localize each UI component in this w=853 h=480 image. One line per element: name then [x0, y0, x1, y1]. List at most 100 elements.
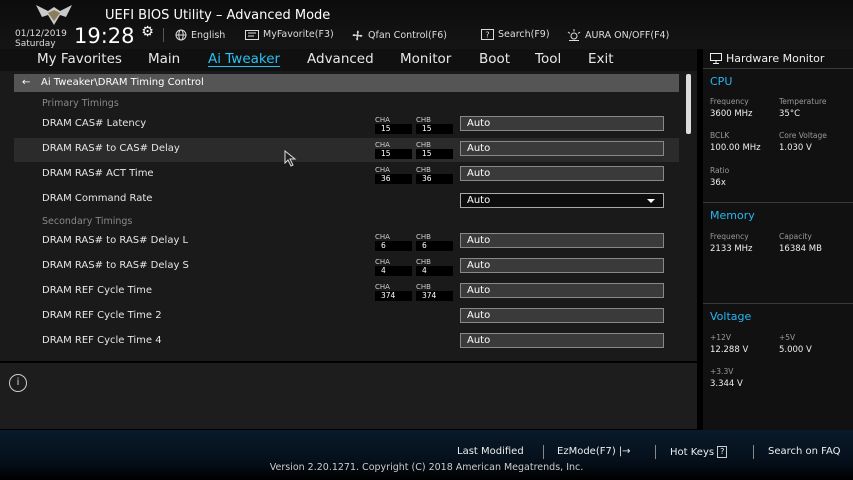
core-voltage-label: Core Voltage — [779, 131, 827, 140]
myfavorite-label: MyFavorite(F3) — [263, 29, 334, 40]
setting-value-dropdown[interactable]: Auto — [460, 193, 664, 208]
qfan-label: Qfan Control(F6) — [368, 30, 447, 41]
setting-row-ras-to-cas-delay[interactable]: DRAM RAS# to CAS# Delay CHA 15 CHB 15 Auto — [14, 138, 679, 162]
fan-icon — [352, 30, 363, 41]
help-key-icon: ? — [717, 446, 728, 458]
memory-capacity-label: Capacity — [779, 232, 812, 241]
globe-icon — [175, 29, 187, 41]
voltage-section-title: Voltage — [710, 310, 752, 323]
help-icon: ? — [481, 29, 494, 40]
menu-my-favorites[interactable]: My Favorites — [37, 51, 122, 67]
v12-value: 12.288 V — [710, 345, 749, 355]
setting-row-cas-latency[interactable]: DRAM CAS# Latency CHA 15 CHB 15 Auto — [14, 113, 679, 137]
cpu-frequency-label: Frequency — [710, 97, 749, 106]
setting-value-input[interactable]: Auto — [460, 333, 664, 348]
setting-row-command-rate[interactable]: DRAM Command Rate Auto — [14, 188, 679, 212]
app-title: UEFI BIOS Utility – Advanced Mode — [105, 8, 331, 23]
channel-b-value: CHB 36 — [416, 166, 453, 184]
breadcrumb[interactable]: ← Ai Tweaker\DRAM Timing Control — [14, 74, 679, 92]
channel-a-value: CHA 6 — [375, 233, 412, 251]
menu-ai-tweaker[interactable]: Ai Tweaker — [208, 51, 280, 67]
core-voltage-value: 1.030 V — [779, 143, 812, 153]
search-button[interactable]: ? Search(F9) — [481, 29, 550, 40]
menu-advanced[interactable]: Advanced — [307, 51, 374, 67]
menu-tool[interactable]: Tool — [535, 51, 561, 67]
setting-label: DRAM RAS# to RAS# Delay L — [42, 235, 189, 246]
gear-icon[interactable]: ⚙ — [141, 24, 154, 40]
divider — [703, 303, 853, 304]
hardware-monitor-title: Hardware Monitor — [710, 52, 824, 65]
v5-value: 5.000 V — [779, 345, 812, 355]
channel-a-value: CHA 36 — [375, 166, 412, 184]
help-info-panel — [0, 363, 697, 429]
setting-value-input[interactable]: Auto — [460, 166, 664, 181]
tuf-logo — [34, 3, 74, 29]
ezmode-button[interactable]: EzMode(F7) |→ — [557, 446, 630, 457]
section-primary-timings: Primary Timings — [42, 98, 119, 109]
myfavorite-button[interactable]: MyFavorite(F3) — [245, 29, 334, 40]
hotkeys-label: Hot Keys — [670, 446, 715, 458]
dropdown-value: Auto — [467, 195, 491, 206]
setting-value-input[interactable]: Auto — [460, 141, 664, 156]
breadcrumb-text: Ai Tweaker\DRAM Timing Control — [41, 77, 204, 88]
back-arrow-icon[interactable]: ← — [22, 74, 30, 92]
v12-label: +12V — [710, 333, 731, 342]
hardware-monitor-label: Hardware Monitor — [726, 52, 825, 65]
search-label: Search(F9) — [498, 29, 550, 40]
menu-monitor[interactable]: Monitor — [400, 51, 451, 67]
date-display: 01/12/2019 Saturday — [15, 29, 67, 49]
day-text: Saturday — [15, 39, 56, 49]
aura-button[interactable]: AURA ON/OFF(F4) — [567, 29, 669, 41]
setting-value-input[interactable]: Auto — [460, 283, 664, 298]
cpu-section-title: CPU — [710, 75, 733, 88]
setting-label: DRAM Command Rate — [42, 193, 153, 204]
setting-row-ras-act-time[interactable]: DRAM RAS# ACT Time CHA 36 CHB 36 Auto — [14, 163, 679, 187]
last-modified-label: Last Modified — [457, 446, 524, 457]
clock[interactable]: 19:28 ⚙ — [74, 24, 154, 48]
menu-exit[interactable]: Exit — [588, 51, 614, 67]
qfan-button[interactable]: Qfan Control(F6) — [351, 29, 447, 42]
search-faq-button[interactable]: Search on FAQ — [768, 446, 841, 457]
memory-frequency-label: Frequency — [710, 232, 749, 241]
last-modified-button[interactable]: Last Modified — [457, 446, 524, 457]
setting-value-input[interactable]: Auto — [460, 258, 664, 273]
setting-value-input[interactable]: Auto — [460, 233, 664, 248]
v33-label: +3.3V — [710, 367, 734, 376]
setting-value-input[interactable]: Auto — [460, 308, 664, 323]
menu-main[interactable]: Main — [148, 51, 180, 67]
ratio-label: Ratio — [710, 166, 730, 175]
divider — [655, 445, 656, 459]
setting-row-ras-to-ras-delay-l[interactable]: DRAM RAS# to RAS# Delay L CHA 6 CHB 6 Auto — [14, 230, 679, 254]
hotkeys-button[interactable]: Hot Keys ? — [670, 446, 728, 458]
channel-b-value: CHB 6 — [416, 233, 453, 251]
scrollbar[interactable] — [686, 74, 691, 134]
channel-b-value: CHB 15 — [416, 141, 453, 159]
info-icon[interactable]: i — [9, 374, 27, 392]
language-button[interactable]: English — [175, 29, 225, 41]
ratio-value: 36x — [710, 178, 726, 188]
channel-a-value: CHA 4 — [375, 258, 412, 276]
section-secondary-timings: Secondary Timings — [42, 216, 133, 227]
date-text: 01/12/2019 — [15, 29, 67, 39]
time-text: 19:28 — [74, 24, 135, 48]
exit-arrow-icon: |→ — [618, 446, 631, 457]
search-faq-label: Search on FAQ — [768, 446, 841, 457]
setting-label: DRAM RAS# ACT Time — [42, 168, 154, 179]
version-text: Version 2.20.1271. Copyright (C) 2018 Am… — [269, 462, 584, 473]
cpu-temperature-label: Temperature — [779, 97, 827, 106]
v5-label: +5V — [779, 333, 796, 342]
divider — [753, 445, 754, 459]
setting-label: DRAM CAS# Latency — [42, 118, 147, 129]
divider — [543, 445, 544, 459]
setting-row-ref-cycle-time-2[interactable]: DRAM REF Cycle Time 2 Auto — [14, 305, 679, 329]
channel-a-value: CHA 15 — [375, 116, 412, 134]
v33-value: 3.344 V — [710, 379, 743, 389]
setting-row-ref-cycle-time-4[interactable]: DRAM REF Cycle Time 4 Auto — [14, 330, 679, 354]
setting-row-ref-cycle-time[interactable]: DRAM REF Cycle Time CHA 374 CHB 374 Auto — [14, 280, 679, 304]
svg-text:?: ? — [485, 31, 489, 40]
divider — [703, 202, 853, 203]
menu-boot[interactable]: Boot — [479, 51, 510, 67]
setting-value-input[interactable]: Auto — [460, 116, 664, 131]
setting-row-ras-to-ras-delay-s[interactable]: DRAM RAS# to RAS# Delay S CHA 4 CHB 4 Auto — [14, 255, 679, 279]
cpu-temperature-value: 35°C — [779, 109, 801, 119]
